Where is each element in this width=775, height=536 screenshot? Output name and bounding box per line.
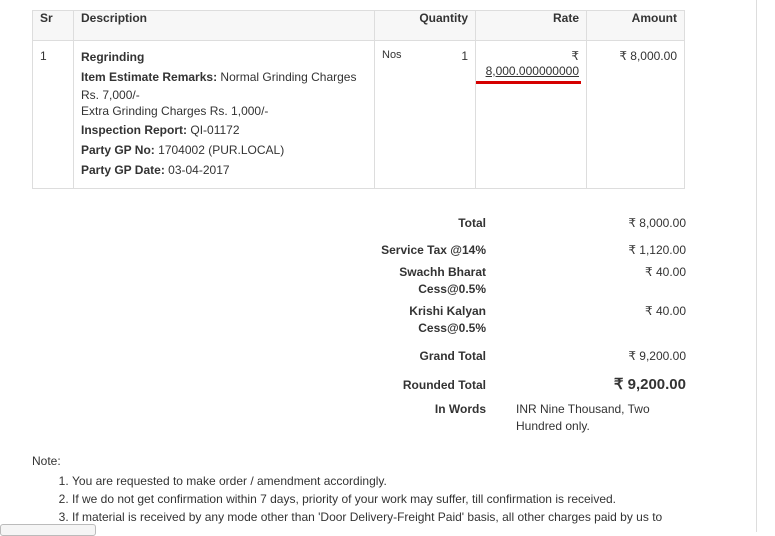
header-sr: Sr — [32, 10, 74, 41]
rate-currency-symbol: ₹ — [571, 49, 579, 63]
quantity-value: 1 — [461, 49, 468, 63]
grand-total-label: Grand Total — [419, 349, 486, 363]
item-name: Regrinding — [81, 50, 145, 64]
header-quantity: Quantity — [374, 10, 476, 41]
uom: Nos — [382, 49, 402, 61]
inspection-value: QI-01172 — [190, 123, 240, 137]
header-amount: Amount — [586, 10, 685, 41]
swachh-label-line-2: Cess@0.5% — [418, 282, 486, 296]
grand-total-value: ₹ 9,200.00 — [628, 349, 686, 363]
krishi-label-line-2: Cess@0.5% — [418, 321, 486, 335]
item-remarks: Item Estimate Remarks: Normal Grinding C… — [81, 67, 367, 87]
notes-title: Note: — [32, 454, 61, 468]
in-words-value: INR Nine Thousand, Two Hundred only. — [516, 401, 676, 435]
note-item: If we do not get confirmation within 7 d… — [72, 490, 772, 508]
cell-rate: ₹ 8,000.000000000 — [475, 40, 587, 189]
rounded-total-value: ₹ 9,200.00 — [613, 376, 686, 393]
remarks-line-3: Extra Grinding Charges Rs. 1,000/- — [81, 104, 269, 118]
party-gp-no: Party GP No: 1704002 (PUR.LOCAL) — [81, 140, 367, 160]
bottom-button-fragment[interactable] — [0, 524, 96, 536]
service-tax-value: ₹ 1,120.00 — [628, 243, 686, 257]
krishi-label-line-1: Krishi Kalyan — [409, 304, 486, 318]
rounded-total-label: Rounded Total — [402, 378, 486, 392]
in-words-label: In Words — [434, 402, 486, 416]
cell-description: Regrinding Item Estimate Remarks: Normal… — [73, 40, 375, 189]
remarks-label: Item Estimate Remarks: — [81, 70, 218, 84]
inspection-label: Inspection Report: — [81, 123, 188, 137]
party-gp-value: 1704002 (PUR.LOCAL) — [158, 143, 285, 157]
swachh-label: Swachh Bharat Cess@0.5% — [340, 264, 486, 298]
inspection-report: Inspection Report: QI-01172 — [81, 120, 367, 140]
krishi-label: Krishi Kalyan Cess@0.5% — [340, 303, 486, 337]
total-value: ₹ 8,000.00 — [628, 216, 686, 230]
cell-sr: 1 — [32, 40, 74, 189]
red-underline-annotation — [476, 81, 581, 84]
total-label: Total — [458, 216, 486, 230]
table-row: 1 Regrinding Item Estimate Remarks: Norm… — [32, 40, 685, 189]
party-gp-date: Party GP Date: 03-04-2017 — [81, 160, 367, 180]
header-rate: Rate — [475, 10, 587, 41]
remarks-line-2: Rs. 7,000/- — [81, 88, 140, 102]
swachh-value: ₹ 40.00 — [645, 265, 686, 279]
in-words-line-2: Hundred only. — [516, 419, 590, 433]
table-header-row: Sr Description Quantity Rate Amount — [32, 10, 685, 41]
rate-value: 8,000.000000000 — [485, 64, 579, 78]
header-description: Description — [73, 10, 375, 41]
in-words-line-1: INR Nine Thousand, Two — [516, 402, 650, 416]
party-gp-date-label: Party GP Date: — [81, 163, 165, 177]
note-item: If material is received by any mode othe… — [72, 508, 772, 526]
cell-amount: ₹ 8,000.00 — [586, 40, 685, 189]
notes-section: Note: You are requested to make order / … — [32, 452, 772, 526]
note-item: You are requested to make order / amendm… — [72, 472, 772, 490]
remarks-value: Normal Grinding Charges — [220, 70, 357, 84]
notes-list: You are requested to make order / amendm… — [32, 472, 772, 526]
krishi-value: ₹ 40.00 — [645, 304, 686, 318]
party-gp-label: Party GP No: — [81, 143, 155, 157]
party-gp-date-value: 03-04-2017 — [168, 163, 230, 177]
service-tax-label: Service Tax @14% — [381, 243, 486, 257]
swachh-label-line-1: Swachh Bharat — [399, 265, 486, 279]
cell-quantity: Nos 1 — [374, 40, 476, 189]
items-table: Sr Description Quantity Rate Amount 1 Re… — [32, 10, 685, 189]
